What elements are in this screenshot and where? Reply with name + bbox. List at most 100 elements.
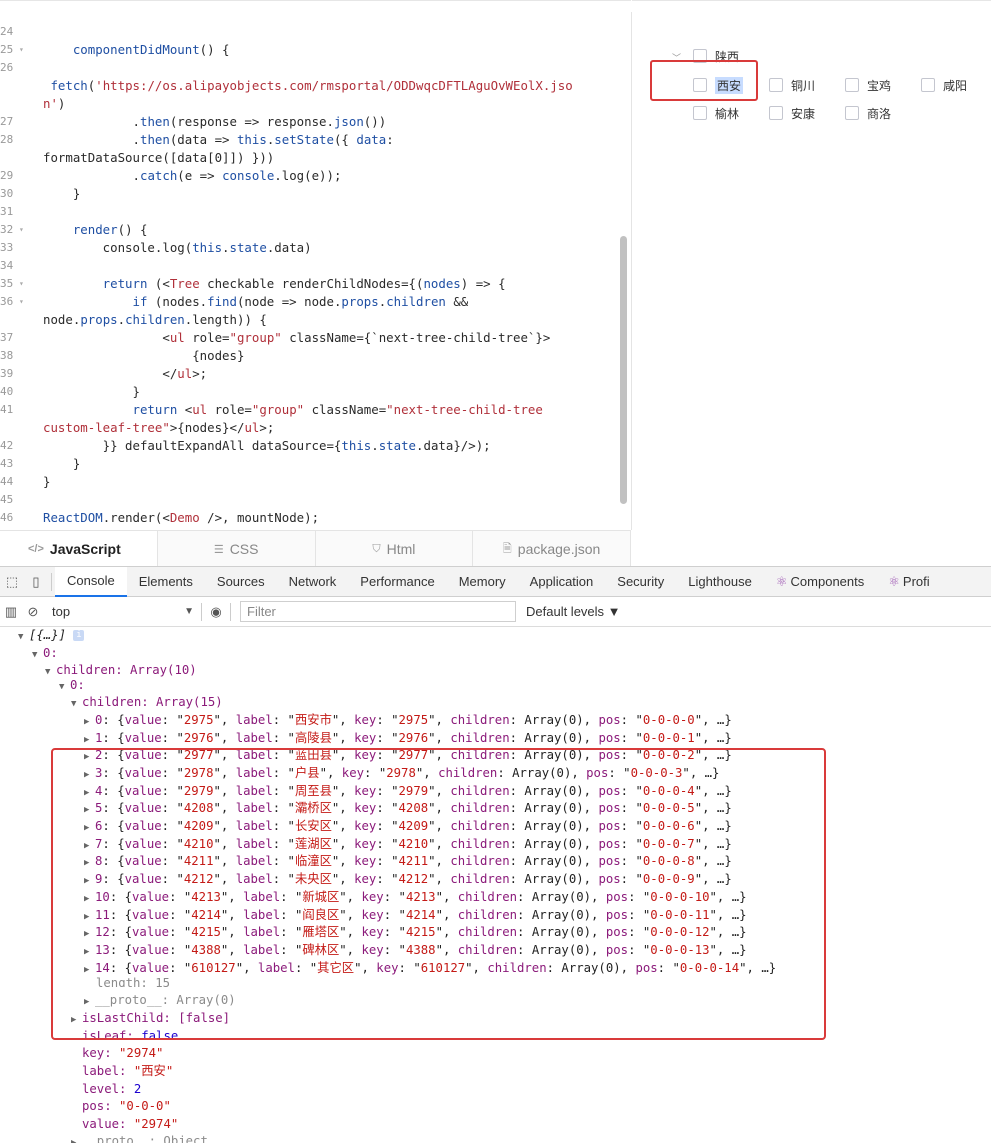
code-line[interactable]: 40 } (0, 383, 620, 401)
checkbox[interactable] (845, 106, 859, 120)
checkbox[interactable] (921, 78, 935, 92)
code-line[interactable]: 27 .then(response => response.json()) (0, 113, 620, 131)
tab-components[interactable]: ⚛ Components (764, 567, 876, 597)
code-line[interactable]: 31 (0, 203, 620, 221)
inspect-icon[interactable]: ⬚ (0, 567, 24, 597)
eye-icon[interactable]: ◉ (205, 604, 227, 620)
field-key: value (124, 730, 162, 745)
code-line[interactable]: 37 <ul role="group" className={`next-tre… (0, 329, 620, 347)
code-line[interactable]: 36 ▾ if (nodes.find(node => node.props.ch… (0, 293, 620, 311)
code-token: ({ (333, 132, 357, 147)
code-text: </ul>; (43, 365, 207, 383)
code-line[interactable]: formatDataSource([data[0]]) })) (0, 149, 620, 167)
code-token: then (139, 114, 170, 129)
tab-package-json[interactable]: 🗎 package.json (473, 531, 631, 567)
tree-node-xianyang[interactable]: 咸阳 (921, 76, 967, 94)
code-token: className={`next-tree-child-tree`}> (281, 330, 551, 345)
tab-console[interactable]: Console (55, 566, 127, 597)
tab-label: JavaScript (49, 541, 121, 557)
code-token: children (125, 312, 185, 327)
tab-sources[interactable]: Sources (205, 567, 277, 597)
code-token: ) => { (460, 276, 506, 291)
tree-node-label: 榆林 (715, 106, 740, 121)
info-icon: i (73, 630, 85, 641)
expand-triangle-icon[interactable]: ▼ (32, 647, 43, 665)
tab-network[interactable]: Network (277, 567, 349, 597)
line-number: 30 (0, 187, 14, 200)
code-line[interactable]: 41 return <ul role="group" className="ne… (0, 401, 620, 419)
log-levels-dropdown[interactable]: Default levels ▼ (526, 604, 621, 619)
code-line[interactable]: 38 {nodes} (0, 347, 620, 365)
tree-row[interactable]: ▶ __proto__: Object (71, 1133, 208, 1143)
code-line[interactable]: 44} (0, 473, 620, 491)
code-line[interactable]: 25 ▾ componentDidMount() { (0, 41, 620, 59)
child-entry-row[interactable]: ▶ 1: {value: "2976", label: "高陵县", key: "… (84, 730, 732, 748)
tab-html[interactable]: ⛉ Html (316, 531, 474, 567)
expand-triangle-icon[interactable]: ▼ (71, 696, 82, 714)
tree-node-shangluo[interactable]: 商洛 (845, 104, 891, 122)
tree-node-yulin[interactable]: 榆林 (693, 104, 739, 122)
tab-memory[interactable]: Memory (447, 567, 518, 597)
tree-node-ankang[interactable]: 安康 (769, 104, 815, 122)
tab-profiler[interactable]: ⚛ Profi (876, 567, 941, 597)
tree-node-tongchuan[interactable]: 铜川 (769, 76, 815, 94)
code-line[interactable]: 39 </ul>; (0, 365, 620, 383)
code-line[interactable]: n') (0, 95, 620, 113)
tab-label: Components (790, 574, 865, 589)
editor-scrollbar[interactable] (620, 236, 627, 504)
editor-tabs: </> JavaScript ☰ CSS ⛉ Html 🗎 package.js… (0, 530, 631, 567)
code-line[interactable]: 45 (0, 491, 620, 509)
tab-security[interactable]: Security (605, 567, 676, 597)
code-text: formatDataSource([data[0]]) })) (43, 149, 274, 167)
tab-css[interactable]: ☰ CSS (158, 531, 316, 567)
tree-node-baoji[interactable]: 宝鸡 (845, 76, 891, 94)
punct: : " (272, 730, 295, 745)
code-text: .then(data => this.setState({ data: (43, 131, 394, 149)
tree-row[interactable]: ▼ 0: (59, 677, 85, 689)
code-token: n' (43, 96, 58, 111)
code-line[interactable]: 42 }} defaultExpandAll dataSource={this.… (0, 437, 620, 455)
code-line[interactable]: 30 } (0, 185, 620, 203)
code-token: . (117, 312, 126, 327)
filter-input[interactable] (240, 601, 516, 622)
tree-node-label: 安康 (791, 106, 816, 121)
tab-lighthouse[interactable]: Lighthouse (676, 567, 764, 597)
code-line[interactable]: 28 .then(data => this.setState({ data: (0, 131, 620, 149)
tree-row[interactable]: ▼ children: Array(15) (71, 694, 223, 712)
code-text: return <ul role="group" className="next-… (43, 401, 543, 419)
code-line[interactable]: node.props.children.length)) { (0, 311, 620, 329)
punct: ", (428, 712, 451, 727)
code-line[interactable]: 33 console.log(this.state.data) (0, 239, 620, 257)
code-line[interactable]: fetch('https://os.alipayobjects.com/rmsp… (0, 77, 620, 95)
tab-performance[interactable]: Performance (348, 567, 446, 597)
context-select[interactable]: top ▼ (48, 602, 198, 622)
child-entry-row[interactable]: ▶ 0: {value: "2975", label: "西安市", key: "… (84, 712, 732, 730)
expand-triangle-icon[interactable]: ▶ (71, 1135, 82, 1143)
tab-application[interactable]: Application (518, 567, 606, 597)
code-line[interactable]: 46 ReactDOM.render(<Demo />, mountNode); (0, 509, 620, 527)
console-root-object[interactable]: ▼ [{…}] i (18, 627, 85, 647)
checkbox[interactable] (845, 78, 859, 92)
code-editor[interactable]: 24 25 ▾ componentDidMount() {26 fetch('htt… (0, 0, 631, 530)
device-toggle-icon[interactable]: ▯ (24, 567, 48, 597)
code-line[interactable]: 34 (0, 257, 620, 275)
checkbox[interactable] (693, 106, 707, 120)
expand-triangle-icon[interactable]: ▼ (18, 629, 29, 647)
code-line[interactable]: custom-leaf-tree">{nodes}</ul>; (0, 419, 620, 437)
code-text: }} defaultExpandAll dataSource={this.sta… (43, 437, 491, 455)
checkbox[interactable] (769, 106, 783, 120)
expand-triangle-icon[interactable]: ▼ (59, 679, 70, 689)
tree-row[interactable]: ▼ 0: (32, 645, 58, 663)
code-line[interactable]: 24 (0, 23, 620, 41)
expand-triangle-icon[interactable]: ▼ (45, 664, 56, 682)
code-line[interactable]: 35 ▾ return (<Tree checkable renderChildN… (0, 275, 620, 293)
tab-javascript[interactable]: </> JavaScript (0, 531, 158, 567)
checkbox[interactable] (769, 78, 783, 92)
code-line[interactable]: 29 .catch(e => console.log(e)); (0, 167, 620, 185)
sidebar-toggle-icon[interactable]: ▥ (0, 604, 22, 620)
clear-console-icon[interactable]: ⊘ (22, 604, 44, 620)
code-line[interactable]: 32 ▾ render() { (0, 221, 620, 239)
code-line[interactable]: 26 (0, 59, 620, 77)
code-line[interactable]: 43 } (0, 455, 620, 473)
tab-elements[interactable]: Elements (127, 567, 205, 597)
